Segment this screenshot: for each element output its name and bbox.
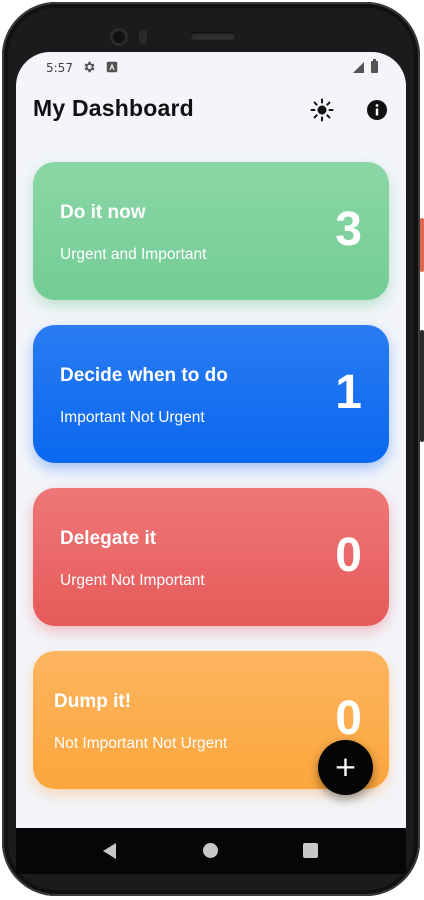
card-count: 1	[335, 366, 362, 419]
navigation-bar	[16, 828, 406, 874]
card-title: Do it now	[60, 202, 146, 223]
card-title: Dump it!	[54, 691, 132, 712]
recents-icon[interactable]	[303, 843, 318, 858]
signal-icon	[353, 62, 364, 73]
status-time: 5:57	[46, 61, 73, 75]
volume-button	[420, 330, 424, 442]
app-bar: My Dashboard	[16, 86, 406, 134]
sensor	[139, 30, 147, 44]
info-icon[interactable]	[365, 98, 389, 122]
front-camera	[110, 28, 128, 46]
card-title: Delegate it	[60, 528, 157, 549]
card-delegate-it[interactable]: Delegate it Urgent Not Important 0	[33, 488, 389, 626]
page-title: My Dashboard	[33, 95, 194, 121]
add-task-button[interactable]: +	[318, 740, 373, 795]
card-count: 0	[335, 692, 362, 745]
card-title: Decide when to do	[60, 365, 228, 386]
card-subtitle: Important Not Urgent	[60, 409, 205, 426]
earpiece-speaker	[190, 32, 236, 40]
card-subtitle: Urgent and Important	[60, 246, 207, 263]
card-count: 0	[335, 529, 362, 582]
a-notification-icon	[106, 61, 118, 73]
back-icon[interactable]	[103, 843, 116, 859]
card-decide-when-to-do[interactable]: Decide when to do Important Not Urgent 1	[33, 325, 389, 463]
status-bar: 5:57	[16, 52, 406, 84]
gear-icon	[84, 61, 95, 73]
brightness-icon[interactable]	[310, 98, 334, 122]
plus-icon: +	[333, 750, 358, 783]
home-icon[interactable]	[203, 843, 218, 858]
app-screen: 5:57 My Dashboard Do it now Urgent and I…	[16, 52, 406, 828]
card-count: 3	[335, 203, 362, 256]
card-do-it-now[interactable]: Do it now Urgent and Important 3	[33, 162, 389, 300]
power-button	[420, 218, 424, 272]
card-subtitle: Not Important Not Urgent	[54, 735, 228, 752]
battery-icon	[371, 59, 378, 73]
card-subtitle: Urgent Not Important	[60, 572, 205, 589]
